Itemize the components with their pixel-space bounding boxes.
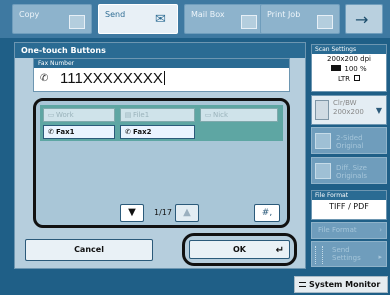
file-format-button: File Format › [311, 222, 387, 239]
arrow-up-icon: ▲ [183, 207, 191, 218]
ok-label: OK [233, 245, 246, 254]
tab-copy-label: Copy [19, 10, 40, 19]
one-touch-grid: ▭ Work ▤ File1 ▭ Nick ✆ Fax1 ✆ Fax2 [40, 105, 283, 141]
dialog-title: One-touch Buttons [15, 43, 305, 58]
system-monitor-button[interactable]: System Monitor [294, 276, 388, 293]
resolution-value: 200x200 dpi [327, 55, 371, 63]
monitor-icon [299, 282, 306, 287]
grip-icon [315, 246, 323, 264]
function-tab-bar: Copy Send ✉ Mail Box Print Job → [0, 0, 390, 38]
tab-mailbox-label: Mail Box [191, 10, 225, 19]
file-icon: ▤ [124, 111, 132, 119]
fax-number-value: 111XXXXXXXX [60, 70, 165, 87]
diff-size-originals-button: Diff. Size Originals [311, 157, 387, 184]
file-format-button-label: File Format [318, 226, 357, 234]
size-line: LTR [312, 74, 386, 84]
arrow-right-icon: → [355, 10, 369, 29]
ifax-icon: ▭ [204, 111, 212, 119]
scan-settings-title: Scan Settings [312, 45, 386, 54]
symbol-input-button[interactable]: #, [254, 204, 280, 222]
one-touch-label: Work [56, 111, 74, 119]
symbol-icon: #, [261, 208, 273, 218]
arrow-down-icon: ▼ [128, 207, 136, 218]
tab-copy[interactable]: Copy [12, 4, 92, 34]
one-touch-nick: ▭ Nick [200, 108, 278, 122]
one-touch-fax1[interactable]: ✆ Fax1 [43, 125, 115, 139]
two-sided-label: 2-Sided Original [336, 134, 364, 150]
file-format-title: File Format [312, 191, 386, 200]
tab-mailbox[interactable]: Mail Box [184, 4, 264, 34]
more-tabs-button[interactable]: → [345, 4, 383, 34]
size-value: LTR [337, 75, 351, 83]
chevron-right-icon: ▸ [378, 253, 382, 261]
fax-icon: ✆ [40, 73, 49, 84]
pager: ▼ 1/17 ▲ #, [36, 201, 287, 225]
scan-settings-box: Scan Settings 200x200 dpi 100 % LTR [311, 44, 387, 92]
color-mode-line2: 200x200 [333, 108, 364, 116]
fax-number-field[interactable]: Fax Number ✆ 111XXXXXXXX [33, 58, 290, 92]
folder-icon: ▭ [47, 111, 55, 119]
two-sided-icon [315, 133, 331, 149]
tab-printjob[interactable]: Print Job [260, 4, 340, 34]
send-settings-button: Send Settings ▸ [311, 241, 387, 267]
fax-number-label: Fax Number [34, 59, 289, 68]
color-mode-text: Clr/BW 200x200 [333, 99, 364, 117]
diff-size-icon [315, 163, 331, 179]
tab-send[interactable]: Send ✉ [98, 4, 178, 34]
return-icon: ↵ [275, 245, 284, 256]
chevron-right-icon: › [379, 226, 382, 234]
one-touch-label: Nick [213, 111, 229, 119]
file-format-value: TIFF / PDF [329, 202, 369, 211]
send-settings-label: Send Settings [332, 246, 361, 262]
fax-icon: ✆ [125, 128, 131, 136]
color-mode-line1: Clr/BW [333, 99, 357, 107]
diff-size-label: Diff. Size Originals [336, 164, 368, 180]
one-touch-button-area: ▭ Work ▤ File1 ▭ Nick ✆ Fax1 ✆ Fax2 ▼ 1/17 ▲ … [33, 98, 290, 228]
text-caret [163, 71, 165, 85]
page-up-button[interactable]: ▲ [175, 204, 199, 222]
one-touch-work: ▭ Work [43, 108, 115, 122]
page-down-button[interactable]: ▼ [120, 204, 144, 222]
page-indicator: 1/17 [154, 208, 172, 217]
two-sided-original-button: 2-Sided Original [311, 127, 387, 154]
one-touch-label: Fax2 [133, 128, 152, 136]
system-monitor-label: System Monitor [309, 280, 381, 289]
paper-orientation-icon [354, 75, 361, 81]
cancel-button[interactable]: Cancel [25, 239, 153, 261]
ok-button[interactable]: OK ↵ [189, 240, 290, 259]
color-mode-selector: Clr/BW 200x200 ▼ [311, 95, 387, 125]
zoom-line: 100 % [312, 64, 386, 74]
one-touch-fax2[interactable]: ✆ Fax2 [120, 125, 195, 139]
tab-printjob-label: Print Job [267, 10, 301, 19]
color-mode-icon [315, 100, 329, 120]
ok-highlight: OK ↵ [182, 233, 297, 266]
original-type-icon [331, 65, 342, 71]
file-format-box: File Format TIFF / PDF [311, 190, 387, 220]
one-touch-label: File1 [133, 111, 150, 119]
one-touch-file1: ▤ File1 [120, 108, 195, 122]
tab-send-label: Send [105, 10, 126, 19]
one-touch-label: Fax1 [56, 128, 75, 136]
fax-icon: ✆ [48, 128, 54, 136]
chevron-down-icon: ▼ [375, 106, 382, 115]
one-touch-dialog: One-touch Buttons Fax Number ✆ 111XXXXXX… [14, 42, 306, 269]
zoom-value: 100 % [344, 65, 367, 73]
copy-icon [69, 15, 85, 29]
send-icon: ✉ [155, 12, 166, 27]
scan-settings-panel: Scan Settings 200x200 dpi 100 % LTR Clr/… [311, 44, 387, 270]
printjob-icon [317, 15, 333, 29]
mailbox-icon [241, 15, 257, 29]
